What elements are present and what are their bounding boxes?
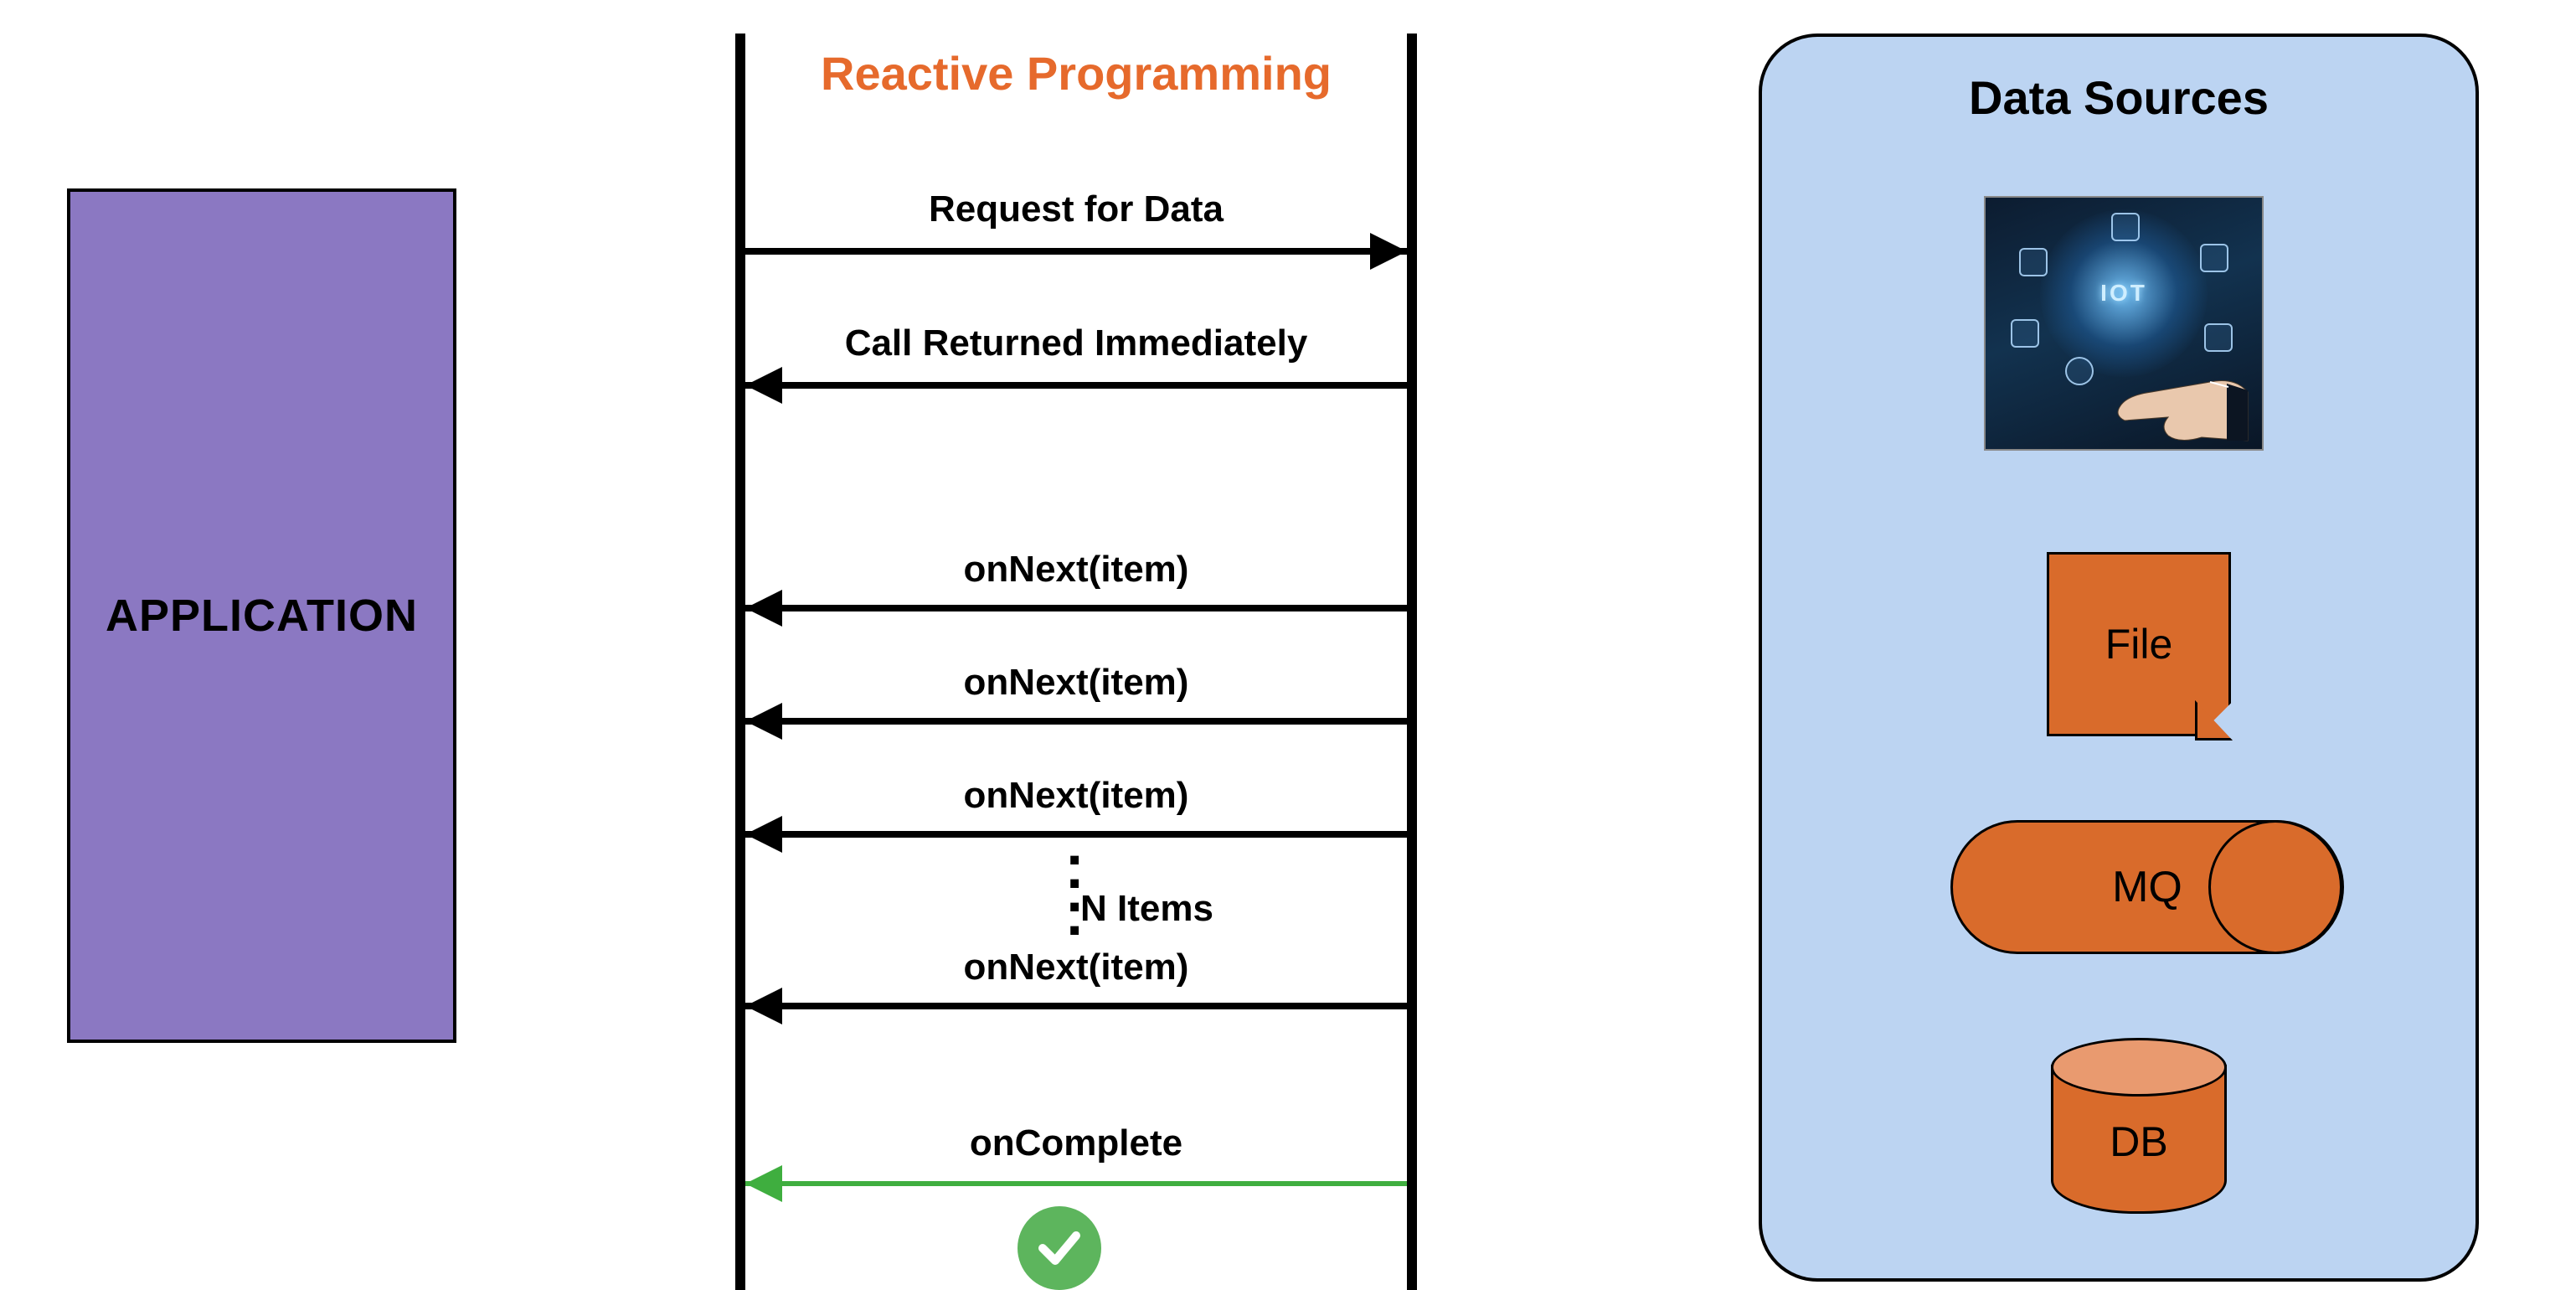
arrow-onnext4-line bbox=[745, 1003, 1407, 1009]
arrow-request-line bbox=[745, 248, 1407, 255]
file-icon: File bbox=[2047, 552, 2231, 736]
arrow-onnext1-head bbox=[745, 590, 782, 627]
application-label: APPLICATION bbox=[106, 590, 418, 642]
data-sources-panel: Data Sources IOT File MQ DB bbox=[1759, 34, 2479, 1282]
msg-request-label: Request for Data bbox=[735, 188, 1417, 230]
arrow-onnext2-head bbox=[745, 703, 782, 740]
diagram-title: Reactive Programming bbox=[735, 46, 1417, 101]
msg-onnext2-label: onNext(item) bbox=[735, 662, 1417, 704]
application-box: APPLICATION bbox=[67, 188, 456, 1043]
checkmark-icon bbox=[1018, 1206, 1101, 1290]
arrow-onnext3-head bbox=[745, 816, 782, 853]
data-sources-title: Data Sources bbox=[1762, 70, 2476, 125]
arrow-returned-line bbox=[745, 382, 1407, 389]
mq-label: MQ bbox=[2112, 862, 2182, 912]
msg-returned-label: Call Returned Immediately bbox=[735, 322, 1417, 364]
db-icon: DB bbox=[2051, 1038, 2227, 1214]
n-items-label: N Items bbox=[1080, 888, 1213, 930]
arrow-onnext1-line bbox=[745, 605, 1407, 611]
file-label: File bbox=[2105, 620, 2173, 668]
arrow-oncomplete-head bbox=[745, 1165, 782, 1202]
iot-label: IOT bbox=[2100, 280, 2147, 307]
arrow-returned-head bbox=[745, 367, 782, 404]
iot-image: IOT bbox=[1984, 196, 2264, 451]
mq-icon: MQ bbox=[1950, 820, 2344, 954]
msg-onnext3-label: onNext(item) bbox=[735, 775, 1417, 817]
db-label: DB bbox=[2051, 1117, 2227, 1166]
arrow-request-head bbox=[1370, 233, 1407, 270]
msg-onnext4-label: onNext(item) bbox=[735, 947, 1417, 988]
hand-icon bbox=[2110, 367, 2252, 442]
msg-onnext1-label: onNext(item) bbox=[735, 549, 1417, 591]
arrow-onnext2-line bbox=[745, 718, 1407, 725]
arrow-oncomplete-line bbox=[745, 1181, 1407, 1186]
arrow-onnext4-head bbox=[745, 988, 782, 1024]
msg-oncomplete-label: onComplete bbox=[735, 1122, 1417, 1164]
